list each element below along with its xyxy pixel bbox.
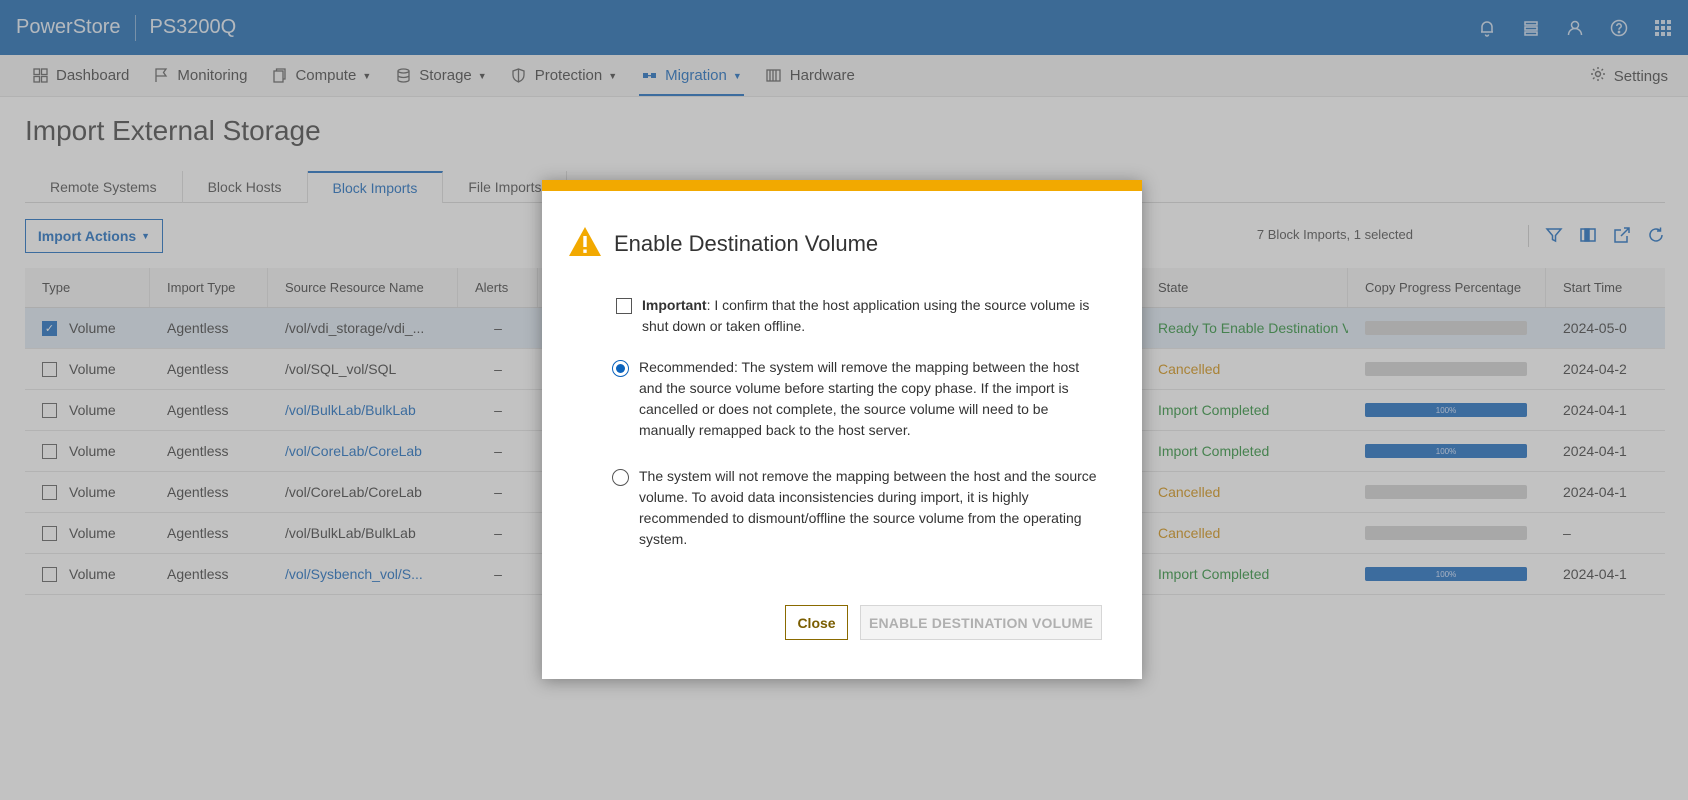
confirm-bold: Important xyxy=(642,297,707,313)
warning-icon xyxy=(569,227,601,256)
confirm-option: Important: I confirm that the host appli… xyxy=(616,295,1102,337)
radio-keep-mapping[interactable] xyxy=(612,469,629,486)
confirm-text: Important: I confirm that the host appli… xyxy=(642,295,1102,337)
enable-destination-volume-button[interactable]: ENABLE DESTINATION VOLUME xyxy=(860,605,1102,640)
confirm-checkbox[interactable] xyxy=(616,298,632,314)
enable-destination-dialog: Enable Destination Volume Important: I c… xyxy=(542,180,1142,679)
option-keep-mapping-text: The system will not remove the mapping b… xyxy=(639,468,1097,547)
dialog-title: Enable Destination Volume xyxy=(614,231,879,256)
option-keep-mapping[interactable]: The system will not remove the mapping b… xyxy=(612,466,1104,550)
option-remove-mapping[interactable]: Recommended: The system will remove the … xyxy=(612,357,1104,441)
confirm-body: : I confirm that the host application us… xyxy=(642,297,1090,334)
option-remove-mapping-text: Recommended: The system will remove the … xyxy=(639,359,1080,438)
radio-remove-mapping[interactable] xyxy=(612,360,629,377)
close-button[interactable]: Close xyxy=(785,605,848,640)
